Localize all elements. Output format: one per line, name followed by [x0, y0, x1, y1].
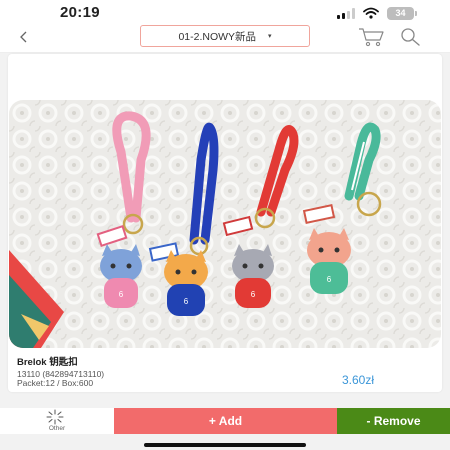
- other-tab-label: Other: [48, 425, 66, 432]
- product-title: Brelok 钥匙扣: [17, 357, 78, 368]
- product-price: 3.60zł: [341, 373, 374, 387]
- svg-text:6: 6: [119, 290, 124, 299]
- wifi-icon: [363, 7, 379, 19]
- other-tab[interactable]: Other: [0, 408, 114, 434]
- signal-icon: [337, 7, 355, 19]
- svg-text:6: 6: [251, 290, 256, 299]
- product-packet-info: Packet:12 / Box:600: [17, 378, 94, 388]
- category-select[interactable]: 01-2.NOWY新品 ▾: [140, 25, 310, 47]
- svg-text:6: 6: [327, 275, 332, 284]
- search-icon[interactable]: [399, 26, 423, 48]
- status-bar: 20:19 34: [0, 0, 450, 24]
- chevron-down-icon: ▾: [268, 33, 272, 40]
- top-nav: 01-2.NOWY新品 ▾: [0, 24, 450, 53]
- home-indicator[interactable]: [144, 443, 306, 447]
- remove-button[interactable]: - Remove: [337, 408, 450, 434]
- product-card[interactable]: 6 6 6 6 Brelok 钥匙扣 13110 (842894713110) …: [8, 54, 442, 392]
- status-time: 20:19: [60, 4, 100, 21]
- battery-icon: 34: [387, 6, 417, 20]
- status-icons: 34: [337, 6, 417, 20]
- svg-text:6: 6: [184, 297, 189, 306]
- add-button[interactable]: + Add: [114, 408, 337, 434]
- cart-icon[interactable]: [358, 26, 386, 48]
- sparkle-icon: [46, 409, 64, 425]
- back-chevron-icon[interactable]: [14, 27, 34, 47]
- category-select-value: 01-2.NOWY新品: [178, 30, 257, 43]
- bottom-action-bar: Other + Add - Remove: [0, 408, 450, 434]
- product-image[interactable]: 6 6 6 6: [9, 100, 441, 348]
